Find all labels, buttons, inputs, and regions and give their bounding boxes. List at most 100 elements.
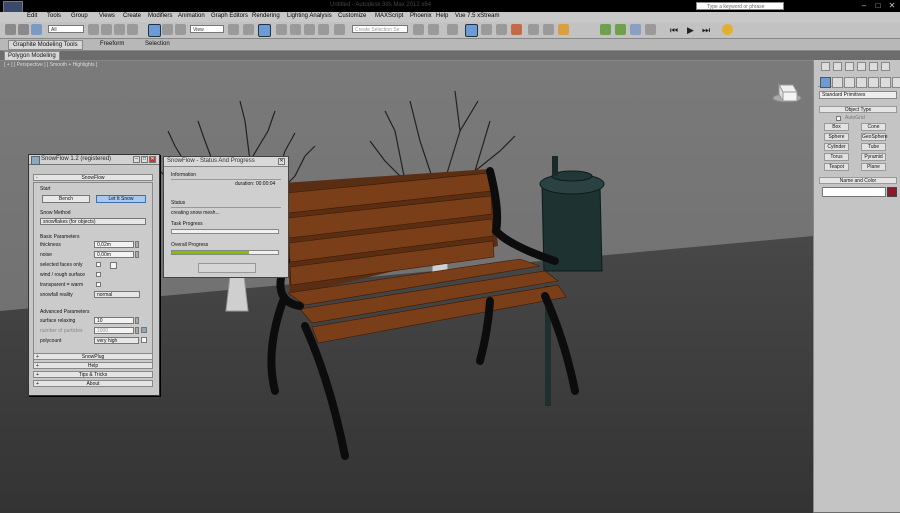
- move-icon[interactable]: [148, 24, 161, 37]
- object-type-rollout[interactable]: Object Type: [819, 106, 897, 113]
- primitive-type-dropdown[interactable]: Standard Primitives: [819, 91, 897, 99]
- schematic-view-icon[interactable]: [496, 24, 507, 35]
- tab-graphite-modeling-tools[interactable]: Graphite Modeling Tools: [8, 40, 83, 50]
- status-titlebar[interactable]: SnowFlow - Status And Progress ✕: [164, 157, 288, 167]
- snowfall-reality-dropdown[interactable]: normal: [94, 291, 140, 298]
- tube-button[interactable]: Tube: [861, 143, 886, 151]
- wind-checkbox[interactable]: [96, 272, 101, 277]
- systems-icon[interactable]: [892, 77, 900, 88]
- snaps-toggle-icon[interactable]: [276, 24, 287, 35]
- edit-named-sets-icon[interactable]: [334, 24, 345, 35]
- maximize-icon[interactable]: □: [872, 1, 884, 11]
- utilities-tab-icon[interactable]: [881, 62, 890, 71]
- cylinder-button[interactable]: Cylinder: [824, 143, 849, 151]
- let-it-snow-button[interactable]: Let It Snow: [96, 195, 146, 203]
- polycount-dropdown[interactable]: very high: [94, 337, 139, 344]
- selection-filter-dropdown[interactable]: All: [48, 25, 84, 33]
- help-rollout[interactable]: + Help: [33, 362, 153, 369]
- autogrid-checkbox[interactable]: [836, 116, 841, 121]
- snowplug-rollout[interactable]: + SnowPlug: [33, 353, 153, 360]
- selected-faces-checkbox[interactable]: [96, 262, 101, 267]
- rect-selection-icon[interactable]: [114, 24, 125, 35]
- menu-modifiers[interactable]: Modifiers: [148, 13, 172, 19]
- noise-input[interactable]: 0,00m: [94, 251, 134, 258]
- helpers-icon[interactable]: [868, 77, 879, 88]
- object-name-input[interactable]: [822, 187, 886, 197]
- undo-icon[interactable]: [5, 24, 16, 35]
- cameras-icon[interactable]: [856, 77, 867, 88]
- material-editor-icon[interactable]: [511, 24, 522, 35]
- motion-tab-icon[interactable]: [857, 62, 866, 71]
- tips-rollout[interactable]: + Tips & Tricks: [33, 371, 153, 378]
- menu-phoenix[interactable]: Phoenix: [410, 13, 432, 19]
- geometry-icon[interactable]: [820, 77, 831, 88]
- next-frame-icon[interactable]: ⏭: [702, 25, 710, 36]
- menu-tools[interactable]: Tools: [47, 13, 61, 19]
- redo-icon[interactable]: [18, 24, 29, 35]
- status-close-icon[interactable]: ✕: [278, 158, 285, 165]
- snowflow-minimize-icon[interactable]: ‒: [133, 156, 140, 163]
- link-icon[interactable]: [31, 24, 42, 35]
- select-object-icon[interactable]: [88, 24, 99, 35]
- menu-edit[interactable]: Edit: [27, 13, 37, 19]
- geosphere-button[interactable]: GeoSphere: [861, 133, 888, 141]
- tab-freeform[interactable]: Freeform: [100, 41, 124, 47]
- pivot-center-icon[interactable]: [228, 24, 239, 35]
- menu-create[interactable]: Create: [123, 13, 141, 19]
- menu-help[interactable]: Help: [436, 13, 448, 19]
- modify-tab-icon[interactable]: [833, 62, 842, 71]
- menu-customize[interactable]: Customize: [338, 13, 366, 19]
- minimize-icon[interactable]: ‒: [858, 1, 870, 11]
- select-manipulate-icon[interactable]: [243, 24, 254, 35]
- menu-lighting-analysis[interactable]: Lighting Analysis: [287, 13, 332, 19]
- name-color-rollout[interactable]: Name and Color: [819, 177, 897, 184]
- viewport-label[interactable]: [ + ] [ Perspective ] [ Smooth + Highlig…: [4, 62, 97, 68]
- scale-icon[interactable]: [175, 24, 186, 35]
- percent-snap-icon[interactable]: [304, 24, 315, 35]
- align-icon[interactable]: [428, 24, 439, 35]
- hierarchy-tab-icon[interactable]: [845, 62, 854, 71]
- plane-button[interactable]: Plane: [861, 163, 886, 171]
- thickness-spinner[interactable]: [135, 241, 139, 248]
- angle-snap-icon[interactable]: [290, 24, 301, 35]
- sphere-button[interactable]: Sphere: [824, 133, 849, 141]
- about-rollout[interactable]: + About: [33, 380, 153, 387]
- teapot-button[interactable]: Teapot: [824, 163, 849, 171]
- layer-manager-icon[interactable]: [447, 24, 458, 35]
- particles-spinner[interactable]: [135, 327, 139, 334]
- transparent-checkbox[interactable]: [96, 282, 101, 287]
- close-icon[interactable]: ✕: [886, 1, 898, 11]
- torus-button[interactable]: Torus: [824, 153, 849, 161]
- spacewarps-icon[interactable]: [880, 77, 891, 88]
- window-crossing-icon[interactable]: [127, 24, 138, 35]
- thickness-input[interactable]: 0,02m: [94, 241, 134, 248]
- vue-icon[interactable]: [600, 24, 611, 35]
- box-button[interactable]: Box: [824, 123, 849, 131]
- menu-animation[interactable]: Animation: [178, 13, 205, 19]
- render-setup-icon[interactable]: [528, 24, 539, 35]
- spinner-snap-icon[interactable]: [318, 24, 329, 35]
- curve-editor-icon[interactable]: [481, 24, 492, 35]
- prev-frame-icon[interactable]: ⏮: [670, 25, 678, 36]
- vue-render-icon[interactable]: [630, 24, 641, 35]
- polycount-info-icon[interactable]: [141, 337, 147, 343]
- particles-lock-icon[interactable]: [141, 327, 147, 333]
- snowflow-titlebar[interactable]: SnowFlow 1.2 (registered) ‒ □ ✕: [29, 155, 159, 165]
- cone-button[interactable]: Cone: [861, 123, 886, 131]
- select-by-name-icon[interactable]: [101, 24, 112, 35]
- menu-group[interactable]: Group: [71, 13, 88, 19]
- menu-rendering[interactable]: Rendering: [252, 13, 280, 19]
- rotate-icon[interactable]: [162, 24, 173, 35]
- reference-coord-dropdown[interactable]: View: [190, 25, 224, 33]
- menu-views[interactable]: Views: [99, 13, 115, 19]
- named-selection-dropdown[interactable]: Create Selection Se: [352, 25, 408, 33]
- vue-settings-icon[interactable]: [645, 24, 656, 35]
- bench-button[interactable]: Bench: [42, 195, 90, 203]
- create-tab-icon[interactable]: [821, 62, 830, 71]
- render-frame-icon[interactable]: [543, 24, 554, 35]
- menu-graph-editors[interactable]: Graph Editors: [211, 13, 248, 19]
- pyramid-button[interactable]: Pyramid: [861, 153, 886, 161]
- keyboard-shortcut-icon[interactable]: [258, 24, 271, 37]
- display-tab-icon[interactable]: [869, 62, 878, 71]
- menu-maxscript[interactable]: MAXScript: [375, 13, 403, 19]
